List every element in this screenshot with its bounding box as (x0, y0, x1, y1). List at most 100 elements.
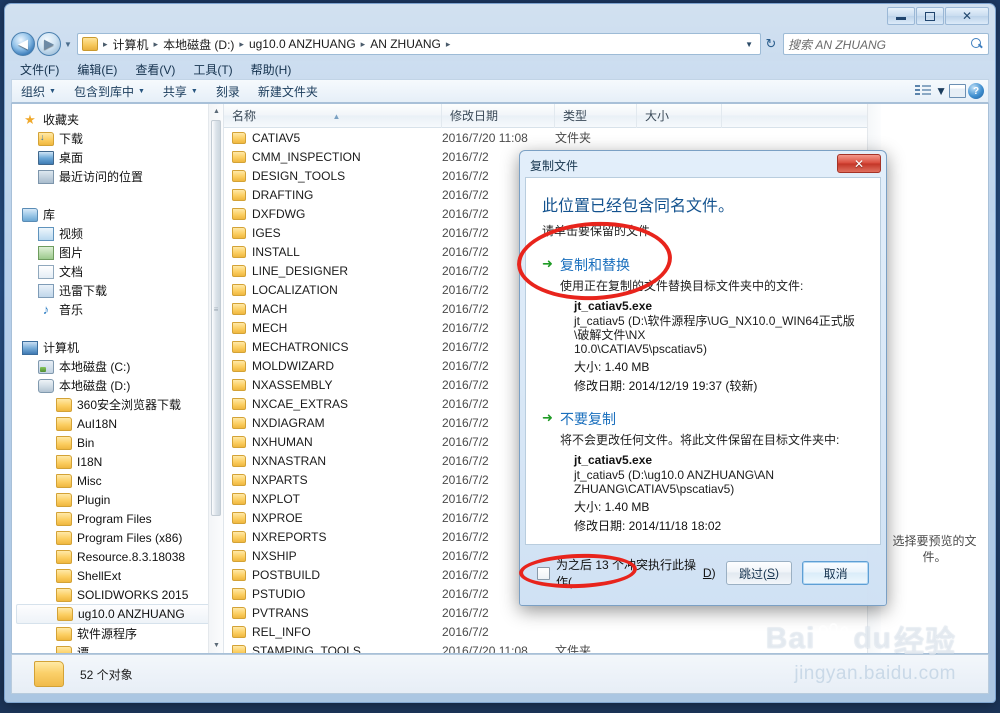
sort-ascending-icon: ▲ (333, 105, 341, 129)
nav-item-resource[interactable]: Resource.8.3.18038 (16, 547, 223, 566)
folder-icon (56, 588, 72, 602)
file-name-cell: MACH (224, 302, 442, 316)
preview-pane-icon[interactable] (949, 84, 966, 98)
file-path-line-1: jt_catiav5 (D:\ug10.0 ANZHUANG\AN (574, 468, 864, 482)
folder-icon (232, 322, 246, 334)
scroll-up-icon[interactable]: ▲ (209, 104, 224, 119)
share-button[interactable]: 共享 ▼ (154, 83, 207, 100)
chevron-down-icon[interactable]: ▼ (935, 84, 947, 98)
minimize-button[interactable] (887, 7, 915, 25)
nav-item-solidworks-2015[interactable]: SOLIDWORKS 2015 (16, 585, 223, 604)
file-name-cell: STAMPING_TOOLS (224, 644, 442, 654)
nav-item-misc[interactable]: Misc (16, 471, 223, 490)
nav-item-music[interactable]: 音乐 (16, 300, 223, 319)
file-name-cell: CMM_INSPECTION (224, 150, 442, 164)
nav-item-documents[interactable]: 文档 (16, 262, 223, 281)
nav-item-shellext[interactable]: ShellExt (16, 566, 223, 585)
nav-item-thunder-download[interactable]: 迅雷下载 (16, 281, 223, 300)
table-row[interactable]: STAMPING_TOOLS2016/7/20 11:08文件夹 (224, 641, 880, 653)
breadcrumb-item-drive-d[interactable]: 本地磁盘 (D:) (161, 36, 236, 53)
folder-icon (232, 436, 246, 448)
nav-item-recent-places[interactable]: 最近访问的位置 (16, 167, 223, 186)
nav-item-videos[interactable]: 视频 (16, 224, 223, 243)
nav-label: Program Files (x86) (77, 531, 182, 545)
organize-button[interactable]: 组织 ▼ (12, 83, 65, 100)
nav-item-plugin[interactable]: Plugin (16, 490, 223, 509)
file-name-cell: MECH (224, 321, 442, 335)
nav-item-bin[interactable]: Bin (16, 433, 223, 452)
scroll-down-icon[interactable]: ▼ (209, 638, 224, 653)
nav-item-favorites[interactable]: 收藏夹 (16, 110, 223, 129)
apply-to-all-checkbox[interactable]: 为之后 13 个冲突执行此操作(D) (537, 556, 716, 590)
file-name: MECHATRONICS (252, 340, 348, 354)
table-row[interactable]: CATIAV52016/7/20 11:08文件夹 (224, 128, 880, 147)
breadcrumb-item-an-zhuang[interactable]: AN ZHUANG (368, 37, 443, 51)
file-name: DESIGN_TOOLS (252, 169, 345, 183)
column-header-name[interactable]: 名称 ▲ (224, 104, 442, 128)
breadcrumb-item-ug100-anzhuang[interactable]: ug10.0 ANZHUANG (247, 37, 358, 51)
nav-label: Plugin (77, 493, 110, 507)
option-copy-and-replace[interactable]: 复制和替换 使用正在复制的文件替换目标文件夹中的文件: jt_catiav5.e… (542, 255, 864, 394)
nav-item-computer[interactable]: 计算机 (16, 338, 223, 357)
nav-item-ug100-anzhuang[interactable]: ug10.0 ANZHUANG (16, 604, 215, 624)
dialog-close-button[interactable]: ✕ (837, 154, 881, 173)
help-icon[interactable]: ? (968, 83, 984, 99)
new-folder-label: 新建文件夹 (258, 83, 318, 100)
nav-item-aui18n[interactable]: AuI18N (16, 414, 223, 433)
refresh-button[interactable]: ↻ (761, 36, 781, 52)
nav-item-tan[interactable]: 谭 (16, 643, 223, 653)
file-name: jt_catiav5.exe (574, 299, 864, 313)
file-name: NXPROE (252, 511, 303, 525)
file-name: NXCAE_EXTRAS (252, 397, 348, 411)
nav-item-drive-d[interactable]: 本地磁盘 (D:) (16, 376, 223, 395)
option-title[interactable]: 不要复制 (560, 409, 864, 429)
nav-item-desktop[interactable]: 桌面 (16, 148, 223, 167)
dialog-title-bar: 复制文件 ✕ (520, 151, 886, 177)
folder-icon (232, 474, 246, 486)
nav-item-program-files-x86[interactable]: Program Files (x86) (16, 528, 223, 547)
search-input[interactable]: 搜索 AN ZHUANG (783, 33, 989, 55)
option-title[interactable]: 复制和替换 (560, 255, 864, 275)
column-header-type[interactable]: 类型 (555, 104, 637, 128)
menu-tools[interactable]: 工具(T) (184, 60, 241, 79)
recent-places-icon (38, 170, 54, 184)
maximize-button[interactable] (916, 7, 944, 25)
nav-item-program-files[interactable]: Program Files (16, 509, 223, 528)
nav-label: I18N (77, 455, 102, 469)
scrollbar-thumb[interactable] (211, 120, 221, 516)
picture-icon (38, 246, 54, 260)
recent-pages-dropdown[interactable]: ▼ (61, 40, 75, 49)
change-view-icon[interactable] (915, 84, 933, 98)
nav-item-360-browser-downloads[interactable]: 360安全浏览器下载 (16, 395, 223, 414)
nav-label: Bin (77, 436, 94, 450)
nav-item-i18n[interactable]: I18N (16, 452, 223, 471)
menu-file[interactable]: 文件(F) (11, 60, 68, 79)
chevron-down-icon[interactable]: ▼ (745, 40, 757, 49)
nav-item-libraries[interactable]: 库 (16, 205, 223, 224)
breadcrumb-item-computer[interactable]: 计算机 (111, 36, 151, 53)
folder-icon (82, 37, 98, 51)
menu-edit[interactable]: 编辑(E) (68, 60, 126, 79)
menu-help[interactable]: 帮助(H) (242, 60, 301, 79)
nav-item-drive-c[interactable]: 本地磁盘 (C:) (16, 357, 223, 376)
include-in-library-button[interactable]: 包含到库中 ▼ (65, 83, 154, 100)
breadcrumb[interactable]: ▸ 计算机 ▸ 本地磁盘 (D:) ▸ ug10.0 ANZHUANG ▸ AN… (77, 33, 761, 55)
menu-view[interactable]: 查看(V) (126, 60, 184, 79)
column-header-size[interactable]: 大小 (637, 104, 722, 128)
navigation-scrollbar[interactable]: ▲ ▼ (208, 104, 223, 653)
nav-item-downloads[interactable]: 下载 (16, 129, 223, 148)
back-button[interactable]: ◀ (11, 32, 35, 56)
option-dont-copy[interactable]: 不要复制 将不会更改任何文件。将此文件保留在目标文件夹中: jt_catiav5… (542, 409, 864, 534)
table-row[interactable]: REL_INFO2016/7/2 (224, 622, 880, 641)
column-header-date[interactable]: 修改日期 (442, 104, 555, 128)
forward-button[interactable]: ▶ (37, 32, 61, 56)
file-name: LINE_DESIGNER (252, 264, 348, 278)
nav-item-software-source[interactable]: 软件源程序 (16, 624, 223, 643)
nav-item-pictures[interactable]: 图片 (16, 243, 223, 262)
cancel-button[interactable]: 取消 (802, 561, 869, 585)
skip-button[interactable]: 跳过(S) (726, 561, 793, 585)
burn-button[interactable]: 刻录 (207, 83, 249, 100)
new-folder-button[interactable]: 新建文件夹 (249, 83, 327, 100)
checkbox-box[interactable] (537, 567, 550, 580)
close-button[interactable]: ✕ (945, 7, 989, 25)
